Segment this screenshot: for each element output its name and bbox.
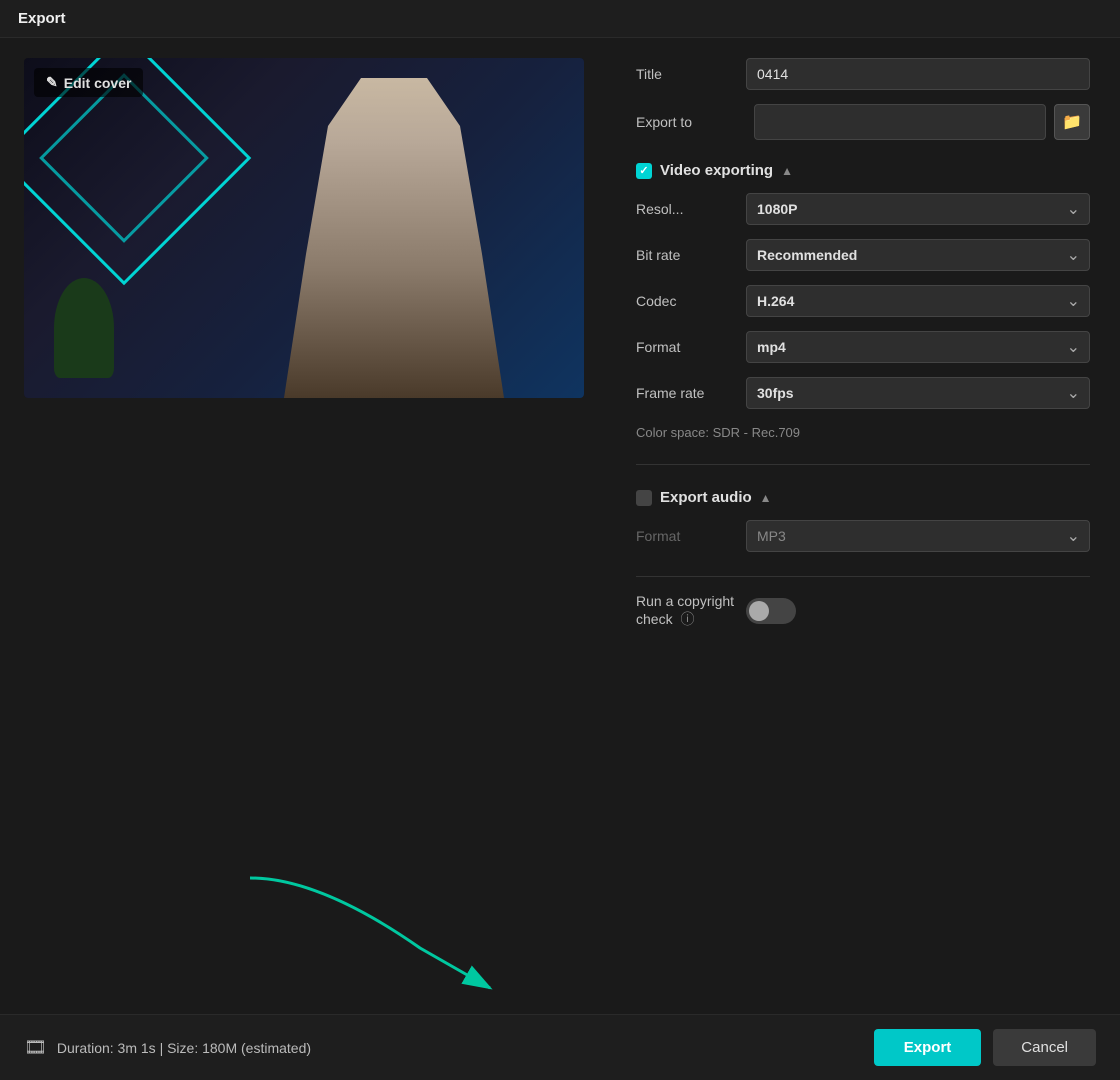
window-title: Export bbox=[18, 10, 66, 27]
codec-label: Codec bbox=[636, 293, 746, 309]
format-label: Format bbox=[636, 339, 746, 355]
duration-text: Duration: 3m 1s | Size: 180M (estimated) bbox=[57, 1040, 311, 1056]
color-space-text: Color space: SDR - Rec.709 bbox=[636, 425, 1090, 440]
export-to-input[interactable] bbox=[754, 104, 1046, 140]
codec-select[interactable]: H.264 H.265 bbox=[746, 285, 1090, 317]
video-exporting-label: Video exporting bbox=[660, 162, 773, 179]
title-row: Title bbox=[636, 58, 1090, 90]
format-select[interactable]: mp4 mov avi bbox=[746, 331, 1090, 363]
export-audio-checkbox[interactable] bbox=[636, 490, 652, 506]
export-audio-arrow[interactable]: ▲ bbox=[760, 491, 772, 505]
copyright-label: Run a copyright check ⓘ bbox=[636, 593, 746, 629]
resolution-label: Resol... bbox=[636, 201, 746, 217]
bitrate-row: Bit rate Recommended Low High bbox=[636, 239, 1090, 271]
resolution-row: Resol... 1080P 720P 4K bbox=[636, 193, 1090, 225]
framerate-select-wrapper: 30fps 24fps 60fps bbox=[746, 377, 1090, 409]
export-button[interactable]: Export bbox=[874, 1029, 982, 1066]
background-plant bbox=[54, 278, 114, 378]
thumbnail-area: ✎ Edit cover bbox=[24, 58, 604, 994]
film-icon: 🎞 bbox=[24, 1037, 47, 1058]
action-buttons: Export Cancel bbox=[874, 1029, 1096, 1066]
edit-cover-label: Edit cover bbox=[64, 75, 132, 91]
export-audio-header: Export audio ▲ bbox=[636, 489, 1090, 506]
thumbnail-wrapper: ✎ Edit cover bbox=[24, 58, 584, 398]
bitrate-select-wrapper: Recommended Low High bbox=[746, 239, 1090, 271]
folder-icon: 📁 bbox=[1062, 112, 1082, 132]
format-row: Format mp4 mov avi bbox=[636, 331, 1090, 363]
framerate-label: Frame rate bbox=[636, 385, 746, 401]
audio-format-label: Format bbox=[636, 528, 746, 544]
title-input[interactable] bbox=[746, 58, 1090, 90]
title-bar: Export bbox=[0, 0, 1120, 38]
copyright-row: Run a copyright check ⓘ bbox=[636, 593, 1090, 629]
export-to-row: Export to 📁 bbox=[636, 104, 1090, 140]
copyright-info-icon: ⓘ bbox=[680, 611, 694, 627]
toggle-knob bbox=[749, 601, 769, 621]
person-silhouette bbox=[284, 78, 504, 398]
cancel-button[interactable]: Cancel bbox=[993, 1029, 1096, 1066]
framerate-row: Frame rate 30fps 24fps 60fps bbox=[636, 377, 1090, 409]
video-exporting-header: Video exporting ▲ bbox=[636, 162, 1090, 179]
audio-format-row: Format MP3 AAC WAV bbox=[636, 520, 1090, 552]
title-label: Title bbox=[636, 66, 746, 82]
video-exporting-checkbox[interactable] bbox=[636, 163, 652, 179]
pencil-icon: ✎ bbox=[46, 74, 58, 91]
resolution-select[interactable]: 1080P 720P 4K bbox=[746, 193, 1090, 225]
section-divider bbox=[636, 464, 1090, 465]
audio-format-select[interactable]: MP3 AAC WAV bbox=[746, 520, 1090, 552]
folder-button[interactable]: 📁 bbox=[1054, 104, 1090, 140]
thumbnail-image bbox=[24, 58, 584, 398]
bottom-bar: 🎞 Duration: 3m 1s | Size: 180M (estimate… bbox=[0, 1014, 1120, 1080]
export-to-label: Export to bbox=[636, 114, 746, 130]
audio-format-select-wrapper: MP3 AAC WAV bbox=[746, 520, 1090, 552]
copyright-toggle[interactable] bbox=[746, 598, 796, 624]
video-exporting-arrow[interactable]: ▲ bbox=[781, 164, 793, 178]
resolution-select-wrapper: 1080P 720P 4K bbox=[746, 193, 1090, 225]
codec-select-wrapper: H.264 H.265 bbox=[746, 285, 1090, 317]
codec-row: Codec H.264 H.265 bbox=[636, 285, 1090, 317]
bitrate-label: Bit rate bbox=[636, 247, 746, 263]
settings-panel: Title Export to 📁 Video exporting ▲ Reso… bbox=[636, 58, 1096, 994]
copyright-divider bbox=[636, 576, 1090, 577]
duration-info: 🎞 Duration: 3m 1s | Size: 180M (estimate… bbox=[24, 1037, 311, 1058]
export-audio-label: Export audio bbox=[660, 489, 752, 506]
edit-cover-button[interactable]: ✎ Edit cover bbox=[34, 68, 143, 97]
main-content: ✎ Edit cover Title Export to 📁 Video exp… bbox=[0, 38, 1120, 1014]
format-select-wrapper: mp4 mov avi bbox=[746, 331, 1090, 363]
bitrate-select[interactable]: Recommended Low High bbox=[746, 239, 1090, 271]
framerate-select[interactable]: 30fps 24fps 60fps bbox=[746, 377, 1090, 409]
